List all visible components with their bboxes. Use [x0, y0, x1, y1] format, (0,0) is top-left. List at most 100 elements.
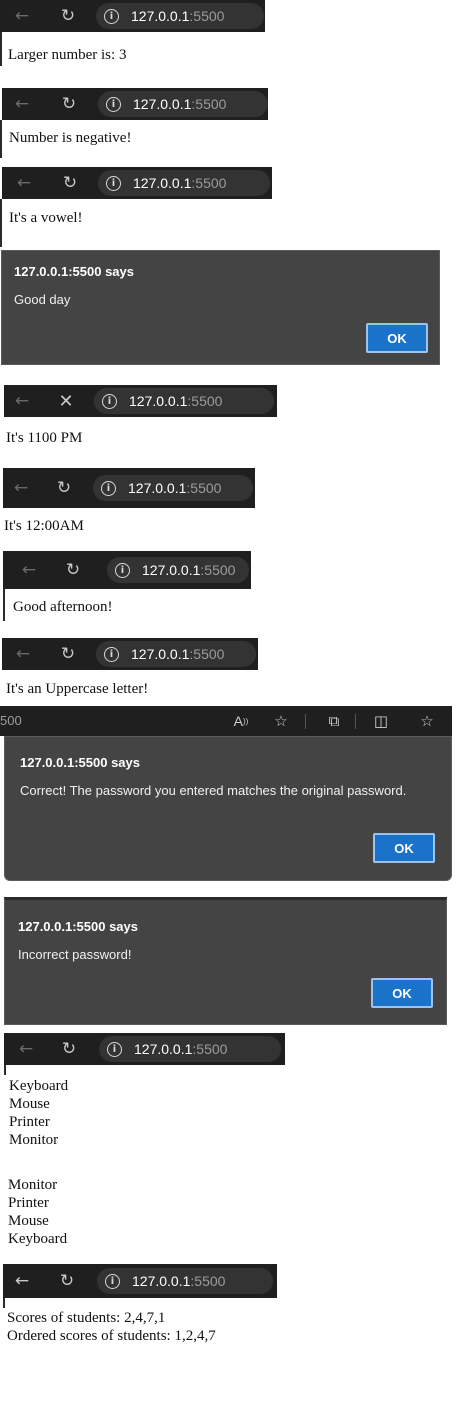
alert-dialog: 127.0.0.1:5500 says Correct! The passwor… [4, 736, 452, 881]
url-host: 127.0.0.1 [131, 646, 190, 662]
output-text: Scores of students: 2,4,7,1 [7, 1310, 166, 1326]
ok-button[interactable]: OK [371, 978, 433, 1008]
url-host: 127.0.0.1 [131, 8, 190, 24]
reload-icon[interactable]: ↻ [58, 167, 82, 199]
output-text: Number is negative! [9, 130, 132, 146]
star-icon[interactable]: ☆ [270, 710, 292, 732]
url-host: 127.0.0.1 [133, 96, 192, 112]
dialog-message: Correct! The password you entered matche… [20, 783, 407, 798]
output-text: It's an Uppercase letter! [6, 681, 149, 697]
reload-icon[interactable]: ↻ [61, 551, 85, 589]
output-text: It's 1100 PM [6, 430, 83, 446]
url-host: 127.0.0.1 [132, 1273, 191, 1289]
browser-bar: ← ↻ i 127.0.0.1:5500 [0, 0, 265, 32]
address-bar[interactable]: i 127.0.0.1:5500 [97, 1268, 273, 1294]
alert-dialog: 127.0.0.1:5500 says Good day OK [1, 250, 440, 365]
ok-button[interactable]: OK [366, 323, 428, 353]
dialog-message: Good day [14, 292, 71, 307]
url-port: :5500 [189, 8, 225, 24]
address-bar[interactable]: i 127.0.0.1:5500 [94, 388, 274, 414]
info-icon[interactable]: i [104, 8, 119, 24]
reload-icon[interactable]: ↻ [57, 88, 81, 120]
info-icon[interactable]: i [115, 562, 130, 578]
reload-icon[interactable]: ↻ [57, 1033, 81, 1065]
browser-bar: ← ↻ i 127.0.0.1:5500 [4, 1033, 285, 1065]
back-arrow-icon[interactable]: ← [11, 638, 35, 670]
output-text: It's 12:00AM [4, 518, 84, 534]
url-port: :5500 [200, 562, 236, 578]
list-item: Mouse [9, 1096, 50, 1112]
reload-icon[interactable]: ↻ [55, 1264, 79, 1298]
address-bar[interactable]: i 127.0.0.1:5500 [96, 3, 264, 29]
reload-icon[interactable]: ↻ [56, 638, 80, 670]
window-edge [3, 1298, 5, 1308]
info-icon[interactable]: i [106, 175, 121, 191]
browser-bar: ← ↻ i 127.0.0.1:5500 [2, 638, 258, 670]
divider [305, 714, 306, 729]
url-host: 127.0.0.1 [142, 562, 201, 578]
browser-bar: ← ↻ i 127.0.0.1:5500 [3, 468, 255, 508]
browser-bar: ← ↻ i 127.0.0.1:5500 [3, 1264, 277, 1298]
split-screen-icon[interactable]: ◫ [370, 710, 392, 732]
url-port: :5500 [191, 175, 227, 191]
list-item: Monitor [9, 1132, 59, 1148]
back-arrow-icon[interactable]: ← [10, 385, 34, 417]
address-bar[interactable]: i 127.0.0.1:5500 [99, 1036, 281, 1062]
info-icon[interactable]: i [106, 96, 121, 112]
address-bar[interactable]: i 127.0.0.1:5500 [107, 557, 249, 583]
list-item: Printer [9, 1114, 50, 1130]
reload-icon[interactable]: ↻ [52, 468, 76, 508]
list-item: Monitor [8, 1177, 58, 1193]
back-arrow-icon[interactable]: ← [10, 0, 34, 32]
info-icon[interactable]: i [101, 480, 116, 496]
url-port: :5500 [187, 393, 223, 409]
info-icon[interactable]: i [107, 1041, 122, 1057]
dialog-message: Incorrect password! [18, 947, 132, 962]
back-arrow-icon[interactable]: ← [9, 468, 33, 508]
divider [355, 714, 356, 729]
back-arrow-icon[interactable]: ← [17, 551, 41, 589]
info-icon[interactable]: i [104, 646, 119, 662]
output-text: Ordered scores of students: 1,2,4,7 [7, 1328, 216, 1344]
back-arrow-icon[interactable]: ← [12, 167, 36, 199]
url-host: 127.0.0.1 [134, 1041, 193, 1057]
list-item: Printer [8, 1195, 49, 1211]
url-port: :5500 [192, 1041, 228, 1057]
url-host: 127.0.0.1 [133, 175, 192, 191]
output-text: Larger number is: 3 [8, 47, 127, 63]
browser-bar: ← ↻ i 127.0.0.1:5500 [2, 167, 272, 199]
url-port-partial: 500 [0, 713, 22, 728]
dialog-title: 127.0.0.1:5500 says [18, 919, 138, 934]
window-edge [4, 1065, 6, 1075]
info-icon[interactable]: i [102, 393, 117, 409]
url-host: 127.0.0.1 [128, 480, 187, 496]
address-bar[interactable]: i 127.0.0.1:5500 [98, 170, 270, 196]
reload-icon[interactable]: ↻ [56, 0, 80, 32]
browser-bar: ← ✕ i 127.0.0.1:5500 [4, 385, 277, 417]
address-bar[interactable]: i 127.0.0.1:5500 [98, 91, 268, 117]
list-item: Keyboard [9, 1078, 69, 1094]
window-edge [0, 199, 2, 247]
address-bar[interactable]: i 127.0.0.1:5500 [96, 641, 256, 667]
ok-button[interactable]: OK [373, 833, 435, 863]
alert-dialog: 127.0.0.1:5500 says Incorrect password! … [4, 897, 447, 1025]
back-arrow-icon[interactable]: ← [14, 1033, 38, 1065]
list-item: Keyboard [8, 1231, 68, 1247]
read-aloud-icon[interactable]: A)) [230, 710, 252, 732]
url-port: :5500 [189, 646, 225, 662]
window-edge [0, 120, 2, 158]
puzzle-icon[interactable]: ⧉ [323, 710, 345, 732]
dialog-title: 127.0.0.1:5500 says [14, 264, 134, 279]
info-icon[interactable]: i [105, 1273, 120, 1289]
output-text: Good afternoon! [13, 599, 113, 615]
stop-x-icon[interactable]: ✕ [54, 385, 78, 417]
back-arrow-icon[interactable]: ← [10, 88, 34, 120]
favorites-list-icon[interactable]: ☆ [416, 710, 438, 732]
window-edge [0, 32, 2, 66]
back-arrow-icon[interactable]: ← [10, 1264, 34, 1298]
url-host: 127.0.0.1 [129, 393, 188, 409]
address-bar[interactable]: i 127.0.0.1:5500 [93, 475, 253, 501]
browser-bar: ← ↻ i 127.0.0.1:5500 [2, 88, 268, 120]
list-item: Mouse [8, 1213, 49, 1229]
url-port: :5500 [191, 96, 227, 112]
